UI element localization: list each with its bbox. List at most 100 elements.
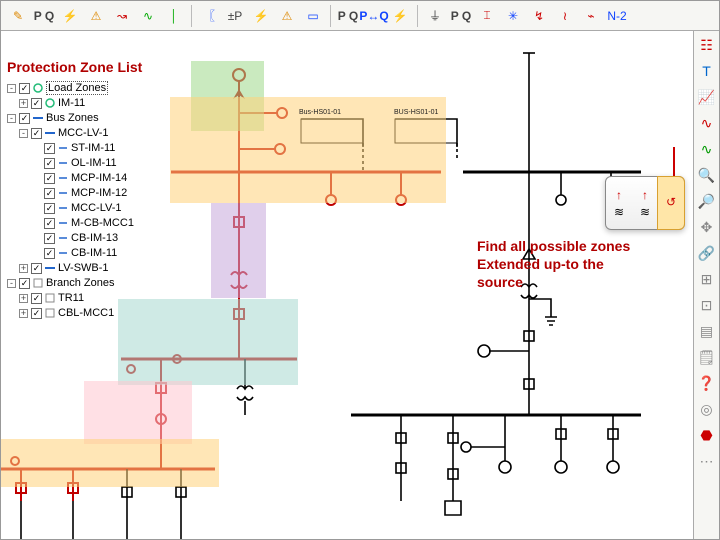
checkbox[interactable] xyxy=(44,188,55,199)
checkbox[interactable] xyxy=(31,128,42,139)
pq3-icon[interactable]: P Q xyxy=(449,4,473,28)
tree-item[interactable]: OL-IM-11 xyxy=(31,156,165,170)
switchgear-icon[interactable]: ⌶ xyxy=(475,4,499,28)
tree-label: MCP-IM-14 xyxy=(71,172,127,184)
annotation-text: Find all possible zones Extended up-to t… xyxy=(477,237,657,292)
checkbox[interactable] xyxy=(44,203,55,214)
tree-item[interactable]: - Branch Zones xyxy=(7,276,165,290)
leaf-icon xyxy=(57,247,69,259)
expander-icon[interactable]: + xyxy=(19,99,28,108)
top-toolbar: ✎P Q⚡⚠↝∿│〖±P⚡⚠▭P QP↔Q⚡⏚P Q⌶✳↯≀⌁N-2 xyxy=(1,1,719,31)
diagram-canvas[interactable]: Bus-HS01-01 BUS-HS01-01 xyxy=(1,31,693,539)
bus-label-left: Bus-HS01-01 xyxy=(299,109,341,116)
target-icon[interactable]: ◎ xyxy=(697,399,717,419)
battery-icon[interactable]: ▭ xyxy=(301,4,325,28)
label-icon[interactable]: ⊡ xyxy=(697,295,717,315)
motor-start-icon[interactable]: ↝ xyxy=(110,4,134,28)
leaf-icon xyxy=(57,202,69,214)
help-icon[interactable]: ❓ xyxy=(697,373,717,393)
graph-icon[interactable]: 📈 xyxy=(697,87,717,107)
zoom-out-icon[interactable]: 🔎 xyxy=(697,191,717,211)
checkbox[interactable] xyxy=(19,278,30,289)
annotation-line: Extended up-to the xyxy=(477,255,657,273)
tree-item[interactable]: MCC-LV-1 xyxy=(31,201,165,215)
checkbox[interactable] xyxy=(19,83,30,94)
tree-item[interactable]: -Bus Zones xyxy=(7,111,165,125)
zone-mode-1[interactable]: ↑≋ xyxy=(606,177,632,229)
expander-icon[interactable]: - xyxy=(7,279,16,288)
tree-item[interactable]: +CBL-MCC1 xyxy=(19,306,165,320)
note-icon[interactable]: 🗒 xyxy=(697,347,717,367)
checkbox[interactable] xyxy=(44,233,55,244)
curve2-icon[interactable]: ∿ xyxy=(697,113,717,133)
star-icon[interactable]: ✳ xyxy=(501,4,525,28)
arrow-up-icon: ↺ xyxy=(666,195,676,209)
checkbox[interactable] xyxy=(44,218,55,229)
checkbox[interactable] xyxy=(44,248,55,259)
tree-item[interactable]: CB-IM-13 xyxy=(31,231,165,245)
tree-label: Branch Zones xyxy=(46,277,114,289)
tree-item[interactable]: CB-IM-11 xyxy=(31,246,165,260)
tree-item[interactable]: +TR11 xyxy=(19,291,165,305)
toolbar-separator xyxy=(330,5,331,27)
pq-icon[interactable]: P Q xyxy=(32,4,56,28)
tree-item[interactable]: +IM-11 xyxy=(19,96,165,110)
expander-icon[interactable]: - xyxy=(19,129,28,138)
line-icon[interactable]: │ xyxy=(162,4,186,28)
expander-icon[interactable]: + xyxy=(19,309,28,318)
pan-icon[interactable]: ✥ xyxy=(697,217,717,237)
checkbox[interactable] xyxy=(44,158,55,169)
bus-label-right: BUS-HS01-01 xyxy=(394,109,438,116)
transient-icon[interactable]: ⌁ xyxy=(579,4,603,28)
curve-icon[interactable]: ≀ xyxy=(553,4,577,28)
checkbox[interactable] xyxy=(31,308,42,319)
zone-mode-extended[interactable]: ↺ xyxy=(658,177,684,229)
warning-icon[interactable]: ⚠ xyxy=(84,4,108,28)
tree-item[interactable]: M-CB-MCC1 xyxy=(31,216,165,230)
stop-icon[interactable]: ⬣ xyxy=(697,425,717,445)
checkbox[interactable] xyxy=(31,98,42,109)
plusminus-p-icon[interactable]: ±P xyxy=(223,4,247,28)
tree-item[interactable]: +LV-SWB-1 xyxy=(19,261,165,275)
expander-icon[interactable]: - xyxy=(7,84,16,93)
zone-highlight-2 xyxy=(211,203,266,298)
more-icon[interactable]: ⋯ xyxy=(697,451,717,471)
expander-icon[interactable]: + xyxy=(19,264,28,273)
link-icon[interactable]: 🔗 xyxy=(697,243,717,263)
warning2-icon[interactable]: ⚠ xyxy=(275,4,299,28)
checkbox[interactable] xyxy=(19,113,30,124)
expander-icon[interactable]: + xyxy=(19,294,28,303)
bolt-icon[interactable]: ⚡ xyxy=(58,4,82,28)
checkbox[interactable] xyxy=(31,263,42,274)
tag-icon[interactable]: ⊞ xyxy=(697,269,717,289)
tree-item[interactable]: ST-IM-11 xyxy=(31,141,165,155)
chart-icon[interactable]: ☷ xyxy=(697,35,717,55)
zoom-in-icon[interactable]: 🔍 xyxy=(697,165,717,185)
zone-highlight-4 xyxy=(84,381,192,444)
zone-mode-2[interactable]: ↑≋ xyxy=(632,177,658,229)
wave-icon[interactable]: ∿ xyxy=(136,4,160,28)
tree-label: MCC-LV-1 xyxy=(58,127,109,139)
pencil-icon[interactable]: ✎ xyxy=(6,4,30,28)
n2-icon[interactable]: N-2 xyxy=(605,4,629,28)
bracket-icon[interactable]: 〖 xyxy=(197,4,221,28)
checkbox[interactable] xyxy=(44,143,55,154)
tree-item[interactable]: - MCC-LV-1 xyxy=(19,126,165,140)
tree-item[interactable]: MCP-IM-12 xyxy=(31,186,165,200)
bolt2-icon[interactable]: ⚡ xyxy=(249,4,273,28)
curve3-icon[interactable]: ∿ xyxy=(697,139,717,159)
expander-icon[interactable]: - xyxy=(7,114,16,123)
tree-item[interactable]: MCP-IM-14 xyxy=(31,171,165,185)
text-icon[interactable]: T xyxy=(697,61,717,81)
ground-icon[interactable]: ⏚ xyxy=(423,4,447,28)
checkbox[interactable] xyxy=(44,173,55,184)
table-icon[interactable]: ▤ xyxy=(697,321,717,341)
pq2-icon[interactable]: P Q xyxy=(336,4,360,28)
checkbox[interactable] xyxy=(31,293,42,304)
pqlr-icon[interactable]: P↔Q xyxy=(362,4,386,28)
arrow-up-icon: ↑ xyxy=(642,188,648,202)
tree-item[interactable]: -Load Zones xyxy=(7,81,165,95)
bolt3-icon[interactable]: ⚡ xyxy=(388,4,412,28)
relay-icon[interactable]: ↯ xyxy=(527,4,551,28)
tree-label: CB-IM-11 xyxy=(71,247,117,259)
